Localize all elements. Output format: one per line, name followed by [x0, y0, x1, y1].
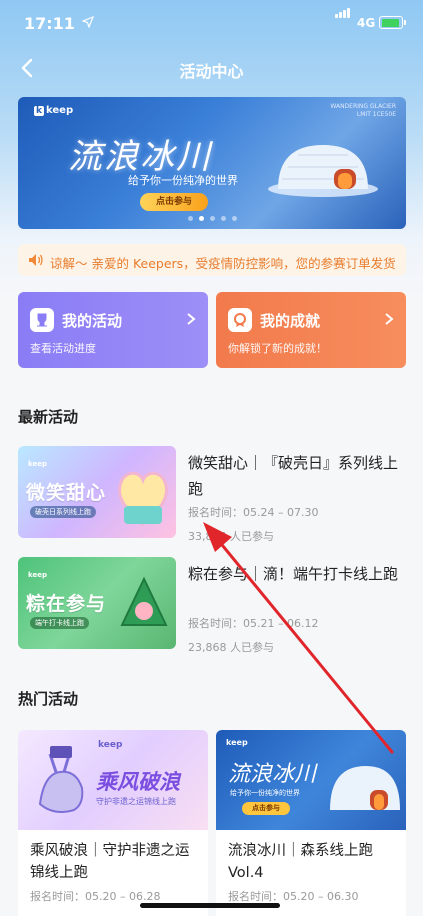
- activity-date: 报名时间：05.24 – 07.30: [188, 506, 319, 519]
- hot-activity-title: 流浪冰川｜森系线上跑Vol.4: [228, 843, 373, 881]
- page-title: 活动中心: [179, 62, 244, 81]
- status-bar: 17:11 4G: [0, 0, 423, 46]
- my-achievements-subtitle: 你解锁了新的成就！: [228, 342, 327, 355]
- thumbnail-pill: 破壳日系列线上跑: [30, 506, 96, 518]
- igloo-illustration: [330, 766, 400, 810]
- pagination-dot: [209, 216, 215, 221]
- chevron-right-icon: [385, 313, 394, 325]
- hot-activity-title: 乘风破浪｜守护非遗之运锦线上跑: [30, 843, 190, 881]
- hot-image-subtitle: 给予你一份纯净的世界: [230, 789, 300, 797]
- deer-illustration: [38, 746, 84, 813]
- banner-title: 流浪冰川: [68, 137, 212, 177]
- home-indicator[interactable]: [140, 903, 280, 908]
- notice-bar[interactable]: 谅解～ 亲爱的 Keepers，受疫情防控影响，您的参赛订单发货: [18, 244, 406, 276]
- hot-image-button: 点击参与: [242, 802, 290, 815]
- hot-image-subtitle: 守护非遗之运锦线上跑: [96, 797, 176, 806]
- hot-activity-card[interactable]: keep 乘风破浪 守护非遗之运锦线上跑 乘风破浪｜守护非遗之运锦线上跑 报名时…: [18, 730, 208, 916]
- banner-corner-text: WANDERING GLACIER LMIT 1CE50E: [330, 103, 396, 118]
- battery-icon: [379, 16, 406, 29]
- trophy-icon: [30, 308, 54, 332]
- speaker-icon: [29, 254, 43, 266]
- location-arrow-icon: [82, 16, 94, 28]
- my-achievements-title: 我的成就: [260, 312, 321, 330]
- network-label: 4G: [357, 16, 376, 30]
- pagination-dot-active: [198, 216, 204, 221]
- pagination-dot: [187, 216, 193, 221]
- hot-activities-heading: 热门活动: [18, 690, 79, 708]
- hot-activity-card[interactable]: keep 流浪冰川 给予你一份纯净的世界 点击参与 流浪冰川｜森系线上跑Vol.…: [216, 730, 406, 916]
- activity-date: 报名时间：05.21 – 06.12: [188, 617, 319, 630]
- activity-title: 微笑甜心｜『破壳日』系列线上跑: [188, 454, 399, 498]
- keep-logo: keep: [28, 460, 47, 468]
- my-activities-title: 我的活动: [62, 312, 123, 330]
- hot-activity-date: 报名时间：05.20 – 06.28: [30, 890, 161, 903]
- thumbnail-pill: 端午打卡线上跑: [30, 617, 89, 629]
- activity-participants: 23,868 人已参与: [188, 641, 274, 654]
- keep-logo: keep: [28, 571, 47, 579]
- banner-join-button[interactable]: 点击参与: [140, 193, 208, 211]
- banner-subtitle: 给予你一份纯净的世界: [128, 174, 238, 187]
- hero-banner[interactable]: k keep WANDERING GLACIER LMIT 1CE50E 流浪冰川…: [18, 97, 406, 229]
- hot-activity-image: keep 流浪冰川 给予你一份纯净的世界 点击参与: [216, 730, 406, 830]
- hot-activity-date: 报名时间：05.20 – 06.30: [228, 890, 359, 903]
- thumbnail-title: 微笑甜心: [26, 482, 107, 504]
- my-activities-subtitle: 查看活动进度: [30, 342, 96, 355]
- notice-text: 谅解～ 亲爱的 Keepers，受疫情防控影响，您的参赛订单发货: [50, 256, 396, 271]
- hot-image-title: 乘风破浪: [96, 770, 180, 794]
- pagination-dot: [231, 216, 237, 221]
- status-time: 17:11: [24, 14, 75, 33]
- activity-item[interactable]: keep 微笑甜心 破壳日系列线上跑 微笑甜心｜『破壳日』系列线上跑 报名时间：…: [18, 446, 408, 543]
- activity-participants: 33,854 人已参与: [188, 530, 274, 543]
- activity-item[interactable]: keep 粽在参与 端午打卡线上跑 粽在参与｜滴！端午打卡线上跑 报名时间：05…: [18, 557, 408, 654]
- zongzi-illustration: [120, 576, 168, 626]
- latest-activities-heading: 最新活动: [18, 408, 79, 426]
- my-achievements-card[interactable]: 我的成就 你解锁了新的成就！: [216, 292, 406, 368]
- activity-title: 粽在参与｜滴！端午打卡线上跑: [188, 565, 399, 583]
- hot-activity-image: keep 乘风破浪 守护非遗之运锦线上跑: [18, 730, 208, 830]
- igloo-illustration: [268, 145, 378, 197]
- hot-image-title: 流浪冰川: [228, 762, 317, 787]
- keep-logo: keep: [98, 740, 123, 750]
- chevron-right-icon: [187, 313, 196, 325]
- activity-thumbnail: keep 微笑甜心 破壳日系列线上跑: [18, 446, 176, 538]
- banner-pagination: [18, 216, 406, 221]
- thumbnail-title: 粽在参与: [26, 593, 107, 615]
- medal-icon: [228, 308, 252, 332]
- activity-thumbnail: keep 粽在参与 端午打卡线上跑: [18, 557, 176, 649]
- pagination-dot: [220, 216, 226, 221]
- keep-logo: keep: [226, 738, 248, 747]
- heart-cake-illustration: [118, 471, 168, 526]
- my-activities-card[interactable]: 我的活动 查看活动进度: [18, 292, 208, 368]
- keep-logo: k keep: [34, 105, 74, 116]
